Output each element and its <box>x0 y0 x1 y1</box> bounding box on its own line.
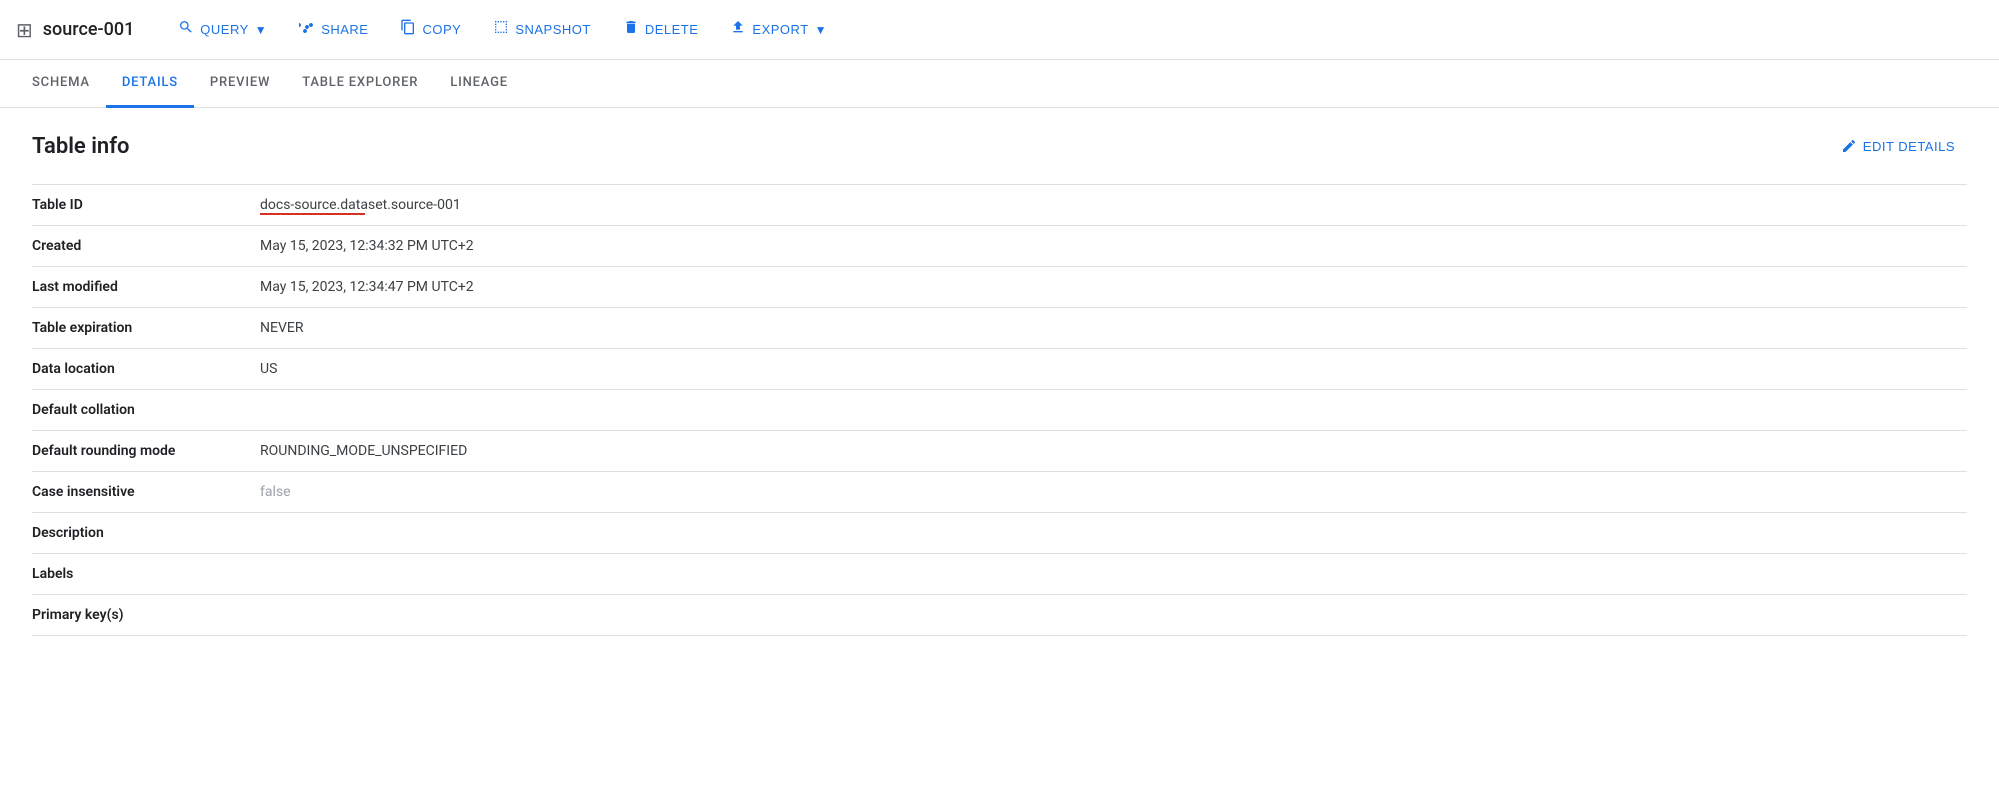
tab-lineage-label: LINEAGE <box>450 75 508 90</box>
table-row: Description <box>32 513 1967 554</box>
row-label: Default collation <box>32 390 252 431</box>
copy-label: COPY <box>422 22 461 37</box>
share-icon <box>299 19 315 40</box>
row-value: May 15, 2023, 12:34:47 PM UTC+2 <box>252 267 1967 308</box>
row-label: Table expiration <box>32 308 252 349</box>
query-button[interactable]: QUERY ▼ <box>166 13 279 46</box>
toolbar: ⊞ source-001 QUERY ▼ SHARE COPY SNAPSHOT <box>0 0 1999 60</box>
edit-details-label: EDIT DETAILS <box>1863 139 1955 154</box>
tab-schema[interactable]: SCHEMA <box>16 60 106 108</box>
section-header: Table info EDIT DETAILS <box>32 132 1967 160</box>
table-row: Labels <box>32 554 1967 595</box>
table-row: Data locationUS <box>32 349 1967 390</box>
row-label: Case insensitive <box>32 472 252 513</box>
row-value <box>252 595 1967 636</box>
row-label: Last modified <box>32 267 252 308</box>
query-label: QUERY <box>200 22 249 37</box>
main-content: Table info EDIT DETAILS Table ID docs-sou… <box>0 108 1999 660</box>
table-row: Default rounding modeROUNDING_MODE_UNSPE… <box>32 431 1967 472</box>
copy-button[interactable]: COPY <box>388 13 473 46</box>
row-value <box>252 554 1967 595</box>
table-row: Default collation <box>32 390 1967 431</box>
row-label: Primary key(s) <box>32 595 252 636</box>
row-value: NEVER <box>252 308 1967 349</box>
info-table: Table ID docs-source.dataset.source-001 Cr… <box>32 184 1967 636</box>
tab-preview[interactable]: PREVIEW <box>194 60 286 108</box>
snapshot-label: SNAPSHOT <box>515 22 591 37</box>
edit-details-button[interactable]: EDIT DETAILS <box>1829 132 1967 160</box>
table-row: Last modifiedMay 15, 2023, 12:34:47 PM U… <box>32 267 1967 308</box>
toolbar-title: ⊞ source-001 <box>16 18 134 42</box>
row-label: Labels <box>32 554 252 595</box>
tab-table-explorer-label: TABLE EXPLORER <box>302 75 418 90</box>
export-button[interactable]: EXPORT ▼ <box>718 13 839 46</box>
table-id-value: docs-source.dataset.source-001 <box>260 197 461 213</box>
table-row: Case insensitivefalse <box>32 472 1967 513</box>
query-chevron-icon: ▼ <box>255 23 267 37</box>
table-row: CreatedMay 15, 2023, 12:34:32 PM UTC+2 <box>32 226 1967 267</box>
copy-icon <box>400 19 416 40</box>
share-label: SHARE <box>321 22 368 37</box>
share-button[interactable]: SHARE <box>287 13 380 46</box>
section-title: Table info <box>32 134 130 159</box>
table-grid-icon: ⊞ <box>16 18 33 42</box>
export-chevron-icon: ▼ <box>815 23 827 37</box>
export-icon <box>730 19 746 40</box>
tab-lineage[interactable]: LINEAGE <box>434 60 524 108</box>
resource-name: source-001 <box>43 19 135 40</box>
query-icon <box>178 19 194 40</box>
row-label: Table ID <box>32 185 252 226</box>
row-value <box>252 390 1967 431</box>
row-value: false <box>252 472 1967 513</box>
table-row: Table expirationNEVER <box>32 308 1967 349</box>
snapshot-button[interactable]: SNAPSHOT <box>481 13 603 46</box>
tab-details[interactable]: DETAILS <box>106 60 194 108</box>
row-label: Default rounding mode <box>32 431 252 472</box>
row-value: US <box>252 349 1967 390</box>
tab-schema-label: SCHEMA <box>32 75 90 90</box>
table-row: Primary key(s) <box>32 595 1967 636</box>
delete-icon <box>623 19 639 40</box>
row-value: May 15, 2023, 12:34:32 PM UTC+2 <box>252 226 1967 267</box>
delete-button[interactable]: DELETE <box>611 13 711 46</box>
snapshot-icon <box>493 19 509 40</box>
row-label: Description <box>32 513 252 554</box>
tab-bar: SCHEMA DETAILS PREVIEW TABLE EXPLORER LI… <box>0 60 1999 108</box>
row-value <box>252 513 1967 554</box>
tab-table-explorer[interactable]: TABLE EXPLORER <box>286 60 434 108</box>
row-value: ROUNDING_MODE_UNSPECIFIED <box>252 431 1967 472</box>
row-label: Data location <box>32 349 252 390</box>
tab-preview-label: PREVIEW <box>210 75 270 90</box>
table-row: Table ID docs-source.dataset.source-001 <box>32 185 1967 226</box>
row-value: docs-source.dataset.source-001 <box>252 185 1967 226</box>
row-label: Created <box>32 226 252 267</box>
export-label: EXPORT <box>752 22 808 37</box>
tab-details-label: DETAILS <box>122 75 178 90</box>
delete-label: DELETE <box>645 22 699 37</box>
